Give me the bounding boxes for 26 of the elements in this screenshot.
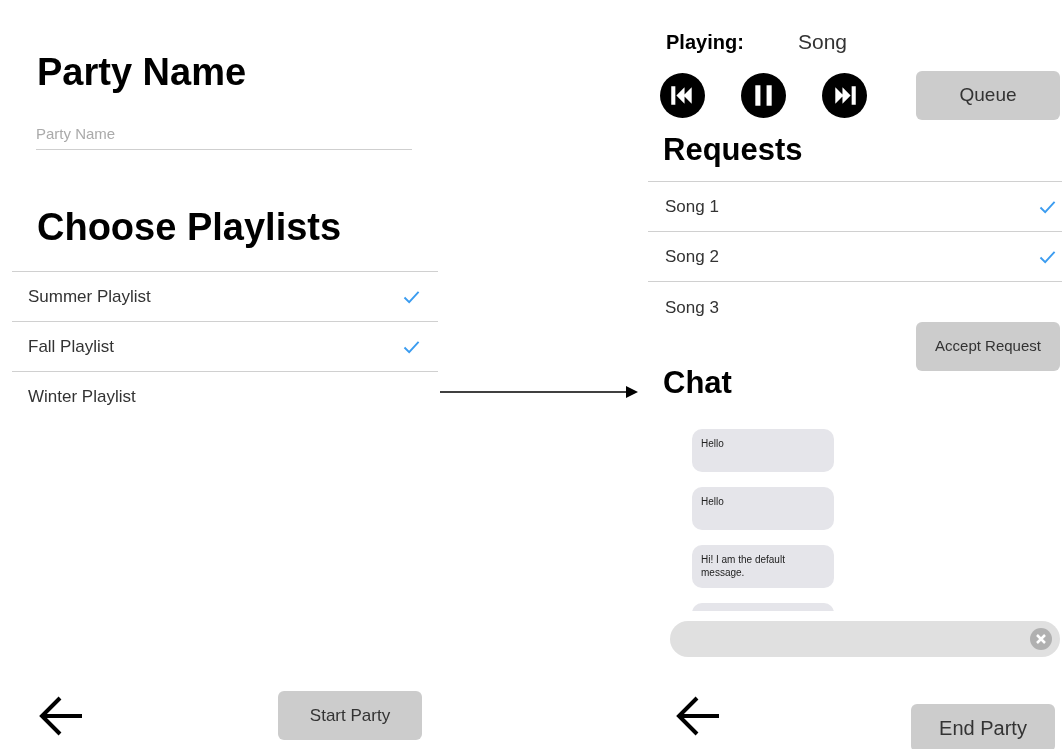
list-item[interactable]: Summer Playlist [12,272,438,322]
chat-bubble: Hello [692,487,834,530]
message-field[interactable] [670,621,1060,657]
accept-request-button[interactable]: Accept Request [916,322,1060,371]
list-item[interactable]: Fall Playlist [12,322,438,372]
section-title: Choose Playlists [37,205,343,249]
next-icon[interactable] [822,72,867,118]
list-item[interactable]: Song 2 [648,232,1062,282]
section-title: Requests [663,132,804,168]
chat-bubble: Hi! I am the default message. [692,545,834,588]
list-item[interactable]: Song 1 [648,182,1062,232]
party-name-field[interactable]: Party Name [36,118,412,150]
start-party-button[interactable]: Start Party [278,691,422,740]
back-arrow-icon[interactable] [675,696,721,736]
chat-bubble: Hello [692,429,834,472]
list-item[interactable]: Song 3 [648,282,1062,322]
section-title: Chat [663,365,733,401]
pause-icon[interactable] [741,72,786,118]
playing-label: Playing: [666,30,745,55]
screen-title: Party Name [37,50,248,94]
queue-button[interactable]: Queue [916,70,1060,120]
back-arrow-icon[interactable] [38,695,84,736]
end-party-button[interactable]: End Party [911,704,1055,749]
previous-icon[interactable] [660,72,705,118]
song-title: Song [798,29,848,56]
list-item[interactable]: Winter Playlist [12,372,438,422]
